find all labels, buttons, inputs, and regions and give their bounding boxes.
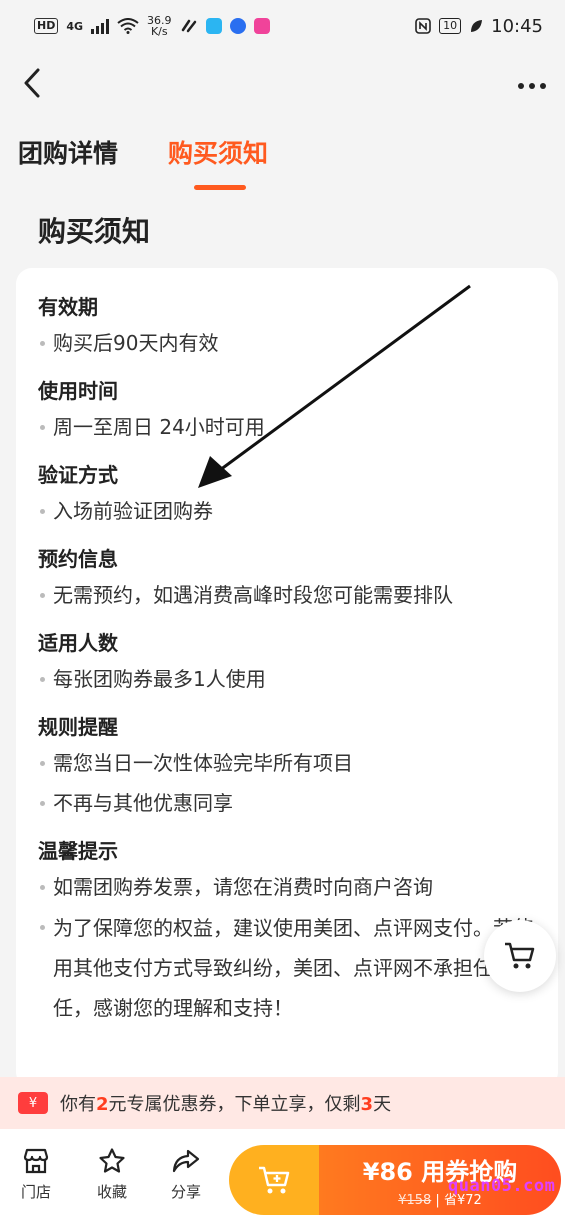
signal-icon — [91, 18, 110, 34]
more-icon — [518, 82, 546, 89]
favorite-button[interactable]: 收藏 — [82, 1147, 142, 1202]
notice-group-validity: 有效期 购买后90天内有效 — [38, 290, 536, 364]
notice-item: 每张团购券最多1人使用 — [38, 660, 536, 700]
book-app-icon — [205, 18, 222, 34]
link-app-icon — [181, 19, 196, 33]
notice-group-title: 有效期 — [38, 295, 98, 319]
chevron-left-icon — [24, 68, 40, 98]
notice-item: 入场前验证团购券 — [38, 492, 536, 532]
coupon-text: 你有2元专属优惠券，下单立享，仅剩3天 — [60, 1094, 392, 1115]
leaf-icon — [471, 20, 483, 32]
network-speed: 36.9 K/s — [147, 14, 172, 38]
coupon-banner[interactable]: ¥ 你有2元专属优惠券，下单立享，仅剩3天 — [0, 1077, 565, 1129]
notice-item: 为了保障您的权益，建议使用美团、点评网支付。若使用其他支付方式导致纠纷，美团、点… — [38, 908, 536, 1028]
notice-group-verification: 验证方式 入场前验证团购券 — [38, 458, 536, 532]
wifi-icon — [117, 18, 139, 34]
coupon-icon: ¥ — [18, 1092, 48, 1114]
notice-group-reservation: 预约信息 无需预约，如遇消费高峰时段您可能需要排队 — [38, 542, 536, 616]
cart-icon — [505, 942, 535, 969]
store-button[interactable]: 门店 — [6, 1147, 66, 1202]
back-button[interactable] — [22, 63, 52, 103]
notice-item: 不再与其他优惠同享 — [38, 784, 536, 824]
notice-item: 如需团购券发票，请您在消费时向商户咨询 — [38, 868, 536, 908]
watermark: quan05.com — [448, 1176, 556, 1196]
bottom-action-bar: 门店 收藏 分享 ¥86 用券抢购 ¥158 | 省¥72 — [0, 1129, 565, 1220]
tab-group-details[interactable]: 团购详情 — [18, 134, 118, 190]
notice-group-usage-time: 使用时间 周一至周日 24小时可用 — [38, 374, 536, 448]
share-icon — [172, 1149, 200, 1173]
notice-group-rules: 规则提醒 需您当日一次性体验完毕所有项目 不再与其他优惠同享 — [38, 710, 536, 824]
network-type: 4G — [66, 19, 84, 33]
nfc-icon — [415, 18, 431, 34]
video-app-icon — [253, 18, 270, 34]
favorite-label: 收藏 — [96, 1183, 127, 1201]
add-cart-icon — [259, 1166, 290, 1194]
floating-cart-button[interactable] — [484, 920, 556, 992]
tab-bar: 团购详情 购买须知 — [18, 134, 268, 190]
section-title: 购买须知 — [38, 215, 151, 248]
status-bar: HD 4G 36.9 K/s 10 10:45 — [0, 0, 565, 52]
battery-icon: 10 — [439, 18, 462, 34]
share-button[interactable]: 分享 — [156, 1147, 216, 1202]
share-label: 分享 — [170, 1183, 201, 1201]
more-button[interactable] — [517, 77, 547, 90]
notice-item: 无需预约，如遇消费高峰时段您可能需要排队 — [38, 576, 536, 616]
notice-group-tips: 温馨提示 如需团购券发票，请您在消费时向商户咨询 为了保障您的权益，建议使用美团… — [38, 834, 536, 1028]
header — [0, 52, 565, 114]
browser-app-icon — [229, 18, 246, 34]
notice-item: 周一至周日 24小时可用 — [38, 408, 536, 448]
notice-item: 购买后90天内有效 — [38, 324, 536, 364]
star-icon — [99, 1148, 125, 1173]
tab-purchase-notice[interactable]: 购买须知 — [168, 134, 268, 190]
hd-indicator: HD — [34, 18, 59, 34]
notice-group-title: 使用时间 — [38, 379, 118, 403]
notice-group-title: 预约信息 — [38, 547, 118, 571]
notice-group-title: 验证方式 — [38, 463, 118, 487]
notice-item: 需您当日一次性体验完毕所有项目 — [38, 744, 536, 784]
store-icon — [23, 1148, 49, 1174]
notice-card: 有效期 购买后90天内有效 使用时间 周一至周日 24小时可用 验证方式 入场前… — [16, 268, 558, 1088]
notice-group-title: 适用人数 — [38, 631, 118, 655]
notice-group-title: 规则提醒 — [38, 715, 118, 739]
clock: 10:45 — [491, 15, 543, 37]
notice-group-title: 温馨提示 — [38, 839, 118, 863]
add-to-cart-button[interactable] — [229, 1145, 319, 1215]
notice-group-people: 适用人数 每张团购券最多1人使用 — [38, 626, 536, 700]
store-label: 门店 — [20, 1183, 51, 1201]
